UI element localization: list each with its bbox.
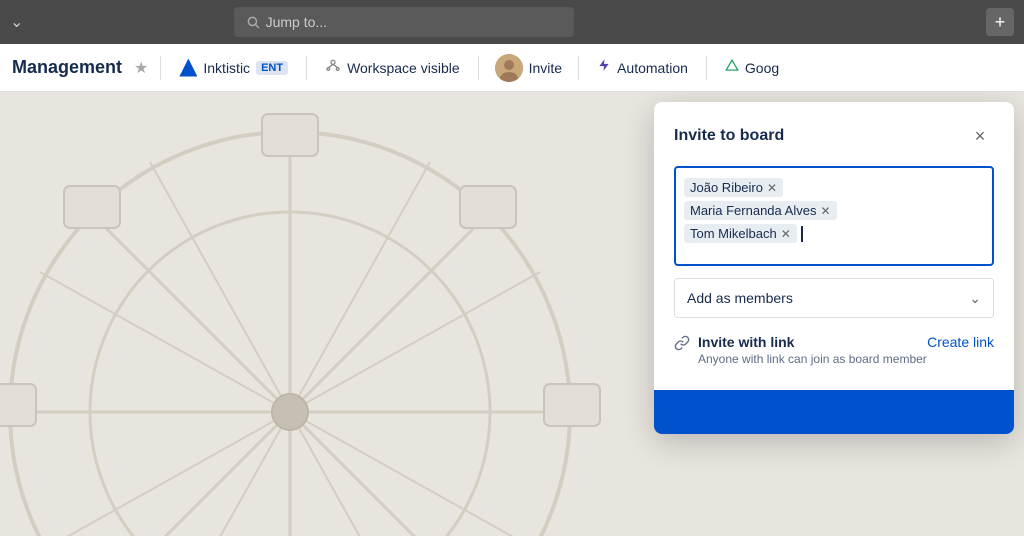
chevron-icon: ⌄ <box>969 290 981 307</box>
search-bar[interactable]: Jump to... <box>234 7 574 37</box>
top-bar: ⌄ Jump to... + <box>0 0 1024 44</box>
invite-button[interactable]: Invite <box>487 50 570 86</box>
tag-maria-label: Maria Fernanda Alves <box>690 203 816 218</box>
automation-label: Automation <box>617 60 688 76</box>
content-area: Invite to board × João Ribeiro ✕ Maria F… <box>0 92 1024 536</box>
tag-maria-remove[interactable]: ✕ <box>820 205 830 217</box>
tag-tom-label: Tom Mikelbach <box>690 226 777 241</box>
close-button[interactable]: × <box>966 122 994 150</box>
nav-divider-5 <box>706 56 707 80</box>
atlas-label: Inktistic <box>203 60 250 76</box>
tag-row-joao: João Ribeiro ✕ <box>684 176 984 199</box>
invite-label: Invite <box>529 60 562 76</box>
nav-bar: Management ★ Inktistic ENT Workspace vis… <box>0 44 1024 92</box>
search-icon <box>246 15 260 29</box>
add-button[interactable]: + <box>986 8 1014 36</box>
create-link-button[interactable]: Create link <box>927 334 994 350</box>
invite-link-content: Invite with link Create link Anyone with… <box>698 334 994 366</box>
modal-title: Invite to board <box>674 127 784 145</box>
invite-link-row: Invite with link Create link Anyone with… <box>674 334 994 366</box>
search-placeholder: Jump to... <box>266 14 327 30</box>
ferris-wheel-svg <box>0 92 640 536</box>
drive-icon <box>725 59 739 76</box>
nav-divider-2 <box>306 56 307 80</box>
tag-row-tom: Tom Mikelbach ✕ <box>684 222 984 245</box>
invite-link-title: Invite with link <box>698 334 794 350</box>
atlas-nav-item[interactable]: Inktistic ENT <box>169 55 298 81</box>
atlas-icon <box>179 59 197 77</box>
star-icon[interactable]: ★ <box>130 54 152 82</box>
avatar <box>495 54 523 82</box>
tag-row-maria: Maria Fernanda Alves ✕ <box>684 199 984 222</box>
workspace-label: Workspace visible <box>347 60 460 76</box>
send-invite-button[interactable] <box>654 390 1014 434</box>
automation-nav-item[interactable]: Automation <box>587 54 698 81</box>
tag-joao: João Ribeiro ✕ <box>684 178 783 197</box>
invite-link-header: Invite with link Create link <box>698 334 994 350</box>
nav-divider-3 <box>478 56 479 80</box>
role-dropdown[interactable]: Add as members ⌄ <box>674 278 994 318</box>
modal-header: Invite to board × <box>674 122 994 150</box>
link-icon <box>674 335 690 356</box>
atlas-badge: ENT <box>256 61 288 75</box>
workspace-nav-item[interactable]: Workspace visible <box>315 53 470 82</box>
lightning-icon <box>597 58 611 77</box>
tag-tom-remove[interactable]: ✕ <box>781 228 791 240</box>
google-nav-item[interactable]: Goog <box>715 55 789 80</box>
tag-tom: Tom Mikelbach ✕ <box>684 224 797 243</box>
invite-modal: Invite to board × João Ribeiro ✕ Maria F… <box>654 102 1014 434</box>
tag-joao-label: João Ribeiro <box>690 180 763 195</box>
workspace-icon <box>325 57 341 78</box>
tag-maria: Maria Fernanda Alves ✕ <box>684 201 837 220</box>
google-label: Goog <box>745 60 779 76</box>
tags-input[interactable]: João Ribeiro ✕ Maria Fernanda Alves ✕ To… <box>674 166 994 266</box>
board-title: Management <box>12 57 122 78</box>
text-cursor <box>801 226 803 242</box>
tag-joao-remove[interactable]: ✕ <box>767 182 777 194</box>
dropdown-label: Add as members <box>687 290 793 306</box>
chevron-down-icon[interactable]: ⌄ <box>10 12 23 32</box>
nav-divider <box>160 56 161 80</box>
nav-divider-4 <box>578 56 579 80</box>
invite-link-desc: Anyone with link can join as board membe… <box>698 352 994 366</box>
